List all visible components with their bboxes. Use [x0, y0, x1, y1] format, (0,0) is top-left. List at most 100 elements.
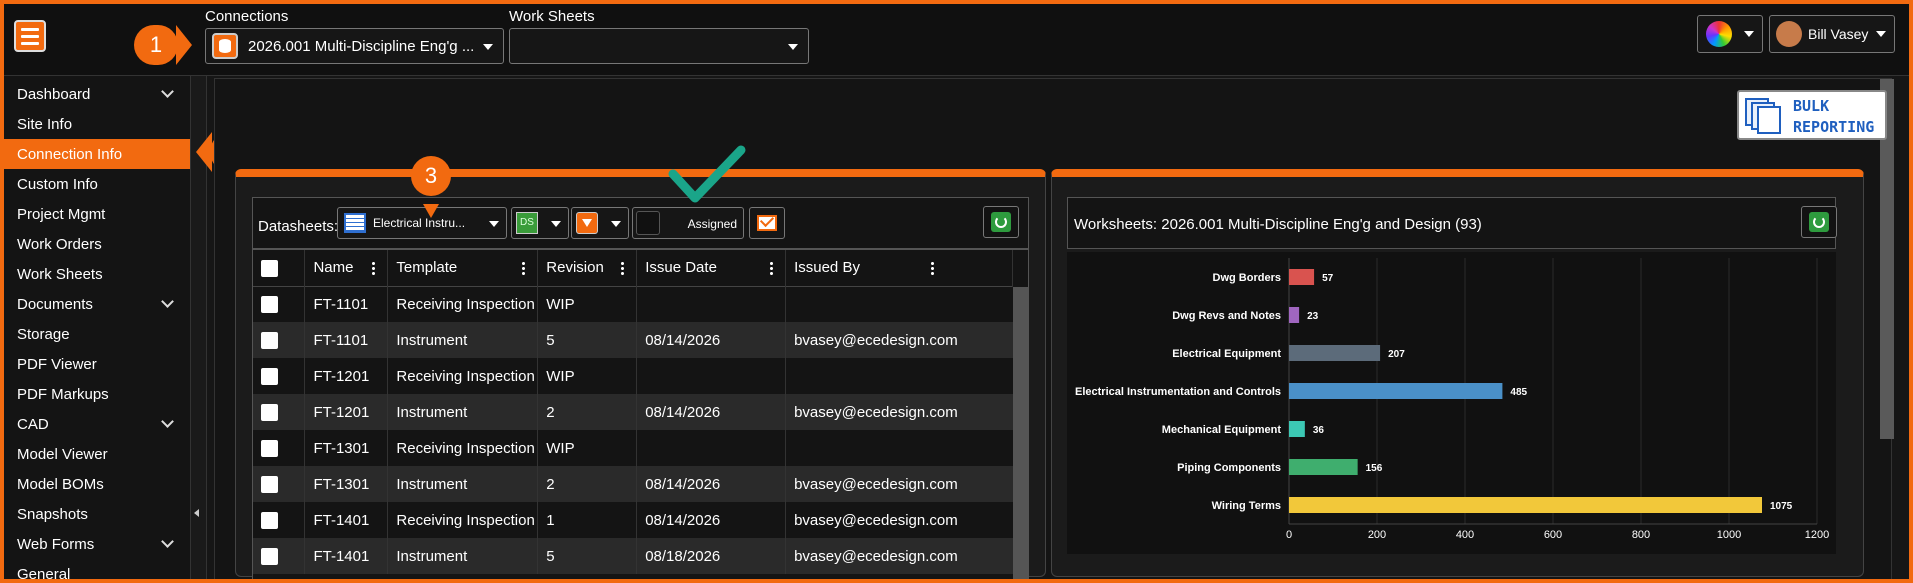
column-header-name[interactable]: Name — [304, 250, 389, 286]
table-row[interactable]: FT-1201 Instrument 2 08/14/2026 bvasey@ecede… — [253, 394, 1013, 430]
chevron-down-icon[interactable] — [161, 295, 174, 308]
sidebar-item-documents[interactable]: Documents — [4, 289, 190, 319]
y-tick-label: Wiring Terms — [1212, 500, 1281, 512]
cell-name: FT-1101 — [304, 286, 389, 322]
column-header-issued-by[interactable]: Issued By — [785, 250, 1013, 286]
row-checkbox-cell[interactable] — [253, 502, 306, 538]
table-row[interactable]: FT-1101 Receiving Inspection WIP — [253, 286, 1013, 322]
cell-name: FT-1301 — [304, 430, 389, 466]
user-menu[interactable]: Bill Vasey — [1769, 15, 1895, 53]
sidebar-item-connection-info[interactable]: Connection Info — [4, 139, 190, 169]
cell-issue-date: 08/14/2026 — [636, 322, 787, 358]
data-label: 1075 — [1770, 501, 1793, 512]
bulk-reporting-button[interactable]: BULK REPORTING — [1737, 90, 1887, 140]
sidebar-item-storage[interactable]: Storage — [4, 319, 190, 349]
chevron-down-icon — [551, 221, 561, 227]
sidebar-item-dashboard[interactable]: Dashboard — [4, 79, 190, 109]
refresh-worksheets-button[interactable] — [1801, 206, 1837, 238]
row-checkbox-cell[interactable] — [253, 358, 306, 394]
refresh-icon — [1809, 212, 1829, 232]
table-row[interactable]: FT-1301 Instrument 2 08/14/2026 bvasey@ecede… — [253, 466, 1013, 502]
sidebar-item-site-info[interactable]: Site Info — [4, 109, 190, 139]
sidebar-item-snapshots[interactable]: Snapshots — [4, 499, 190, 529]
kebab-menu-icon[interactable] — [770, 261, 774, 275]
grid-scrollbar[interactable] — [1013, 287, 1028, 579]
table-row[interactable]: FT-1401 Receiving Inspection 1 08/14/2026 bv… — [253, 502, 1013, 538]
row-checkbox[interactable] — [261, 547, 278, 565]
email-button[interactable] — [749, 207, 785, 239]
kebab-menu-icon[interactable] — [931, 261, 934, 275]
sidebar-item-label: Model BOMs — [17, 475, 104, 493]
sidebar-item-model-boms[interactable]: Model BOMs — [4, 469, 190, 499]
select-all-checkbox[interactable] — [261, 259, 278, 277]
sidebar-item-cad[interactable]: CAD — [4, 409, 190, 439]
sidebar-item-model-viewer[interactable]: Model Viewer — [4, 439, 190, 469]
table-row[interactable]: FT-1301 Receiving Inspection WIP — [253, 430, 1013, 466]
row-checkbox-cell[interactable] — [253, 430, 306, 466]
column-issue-date-label: Issue Date — [645, 259, 717, 277]
row-checkbox[interactable] — [261, 296, 278, 314]
assigned-toggle[interactable]: Assigned — [632, 207, 744, 239]
column-header-revision[interactable]: Revision — [537, 250, 638, 286]
row-checkbox[interactable] — [261, 439, 278, 457]
row-checkbox-cell[interactable] — [253, 538, 306, 574]
sidebar-item-general[interactable]: General — [4, 559, 190, 580]
x-tick-label: 1200 — [1805, 529, 1829, 541]
cell-name: FT-1401 — [304, 502, 389, 538]
sidebar-item-work-orders[interactable]: Work Orders — [4, 229, 190, 259]
kebab-menu-icon[interactable] — [621, 261, 625, 275]
row-checkbox[interactable] — [261, 511, 278, 529]
datasheets-table: Name Template Revision Issue Date Issued… — [253, 250, 1013, 574]
ds-button[interactable]: DS — [511, 207, 569, 239]
datasheets-label: Datasheets: — [258, 218, 339, 235]
cell-issue-date: 08/14/2026 — [636, 502, 787, 538]
chevron-down-icon — [489, 221, 499, 227]
kebab-menu-icon[interactable] — [522, 261, 526, 275]
chevron-down-icon[interactable] — [161, 535, 174, 548]
column-header-template[interactable]: Template — [387, 250, 539, 286]
sidebar-item-pdf-viewer[interactable]: PDF Viewer — [4, 349, 190, 379]
row-checkbox[interactable] — [261, 331, 278, 349]
cell-name: FT-1201 — [304, 394, 389, 430]
row-checkbox[interactable] — [261, 367, 278, 385]
avatar — [1776, 21, 1802, 47]
sidebar-item-web-forms[interactable]: Web Forms — [4, 529, 190, 559]
row-checkbox[interactable] — [261, 475, 278, 493]
worksheets-dropdown[interactable] — [509, 28, 809, 64]
table-header: Name Template Revision Issue Date Issued… — [253, 250, 1013, 286]
apps-dropdown[interactable] — [1697, 15, 1763, 53]
callout-1-number: 1 — [149, 32, 163, 57]
select-all-checkbox-cell[interactable] — [253, 250, 306, 286]
chevron-down-icon[interactable] — [161, 85, 174, 98]
table-row[interactable]: FT-1401 Instrument 5 08/18/2026 bvasey@ecede… — [253, 538, 1013, 574]
connections-label: Connections — [205, 8, 289, 25]
sidebar-item-label: Custom Info — [17, 175, 98, 193]
sidebar-item-project-mgmt[interactable]: Project Mgmt — [4, 199, 190, 229]
data-label: 156 — [1366, 463, 1383, 474]
chevron-down-icon[interactable] — [161, 415, 174, 428]
datasheet-type-dropdown[interactable]: Electrical Instru... — [337, 207, 507, 239]
table-row[interactable]: FT-1101 Instrument 5 08/14/2026 bvasey@ecede… — [253, 322, 1013, 358]
worksheets-label: Work Sheets — [509, 8, 595, 25]
callout-3: 3 — [411, 156, 451, 218]
sidebar-item-custom-info[interactable]: Custom Info — [4, 169, 190, 199]
refresh-datasheets-button[interactable] — [983, 206, 1019, 238]
row-checkbox-cell[interactable] — [253, 322, 306, 358]
sidebar-item-label: Documents — [17, 295, 93, 313]
row-checkbox-cell[interactable] — [253, 394, 306, 430]
kebab-menu-icon[interactable] — [372, 261, 376, 275]
row-checkbox-cell[interactable] — [253, 466, 306, 502]
table-row[interactable]: FT-1201 Receiving Inspection WIP — [253, 358, 1013, 394]
bulk-label-1: BULK — [1793, 97, 1830, 115]
x-tick-label: 200 — [1368, 529, 1386, 541]
callout-3-number: 3 — [424, 163, 438, 188]
sidebar-item-pdf-markups[interactable]: PDF Markups — [4, 379, 190, 409]
row-checkbox-cell[interactable] — [253, 286, 306, 322]
download-button[interactable] — [571, 207, 629, 239]
sidebar-item-work-sheets[interactable]: Work Sheets — [4, 259, 190, 289]
column-header-issue-date[interactable]: Issue Date — [636, 250, 787, 286]
connection-dropdown[interactable]: 2026.001 Multi-Discipline Eng'g ... — [205, 28, 504, 64]
y-tick-label: Piping Components — [1177, 462, 1281, 474]
menu-icon[interactable] — [14, 20, 46, 52]
row-checkbox[interactable] — [261, 403, 278, 421]
